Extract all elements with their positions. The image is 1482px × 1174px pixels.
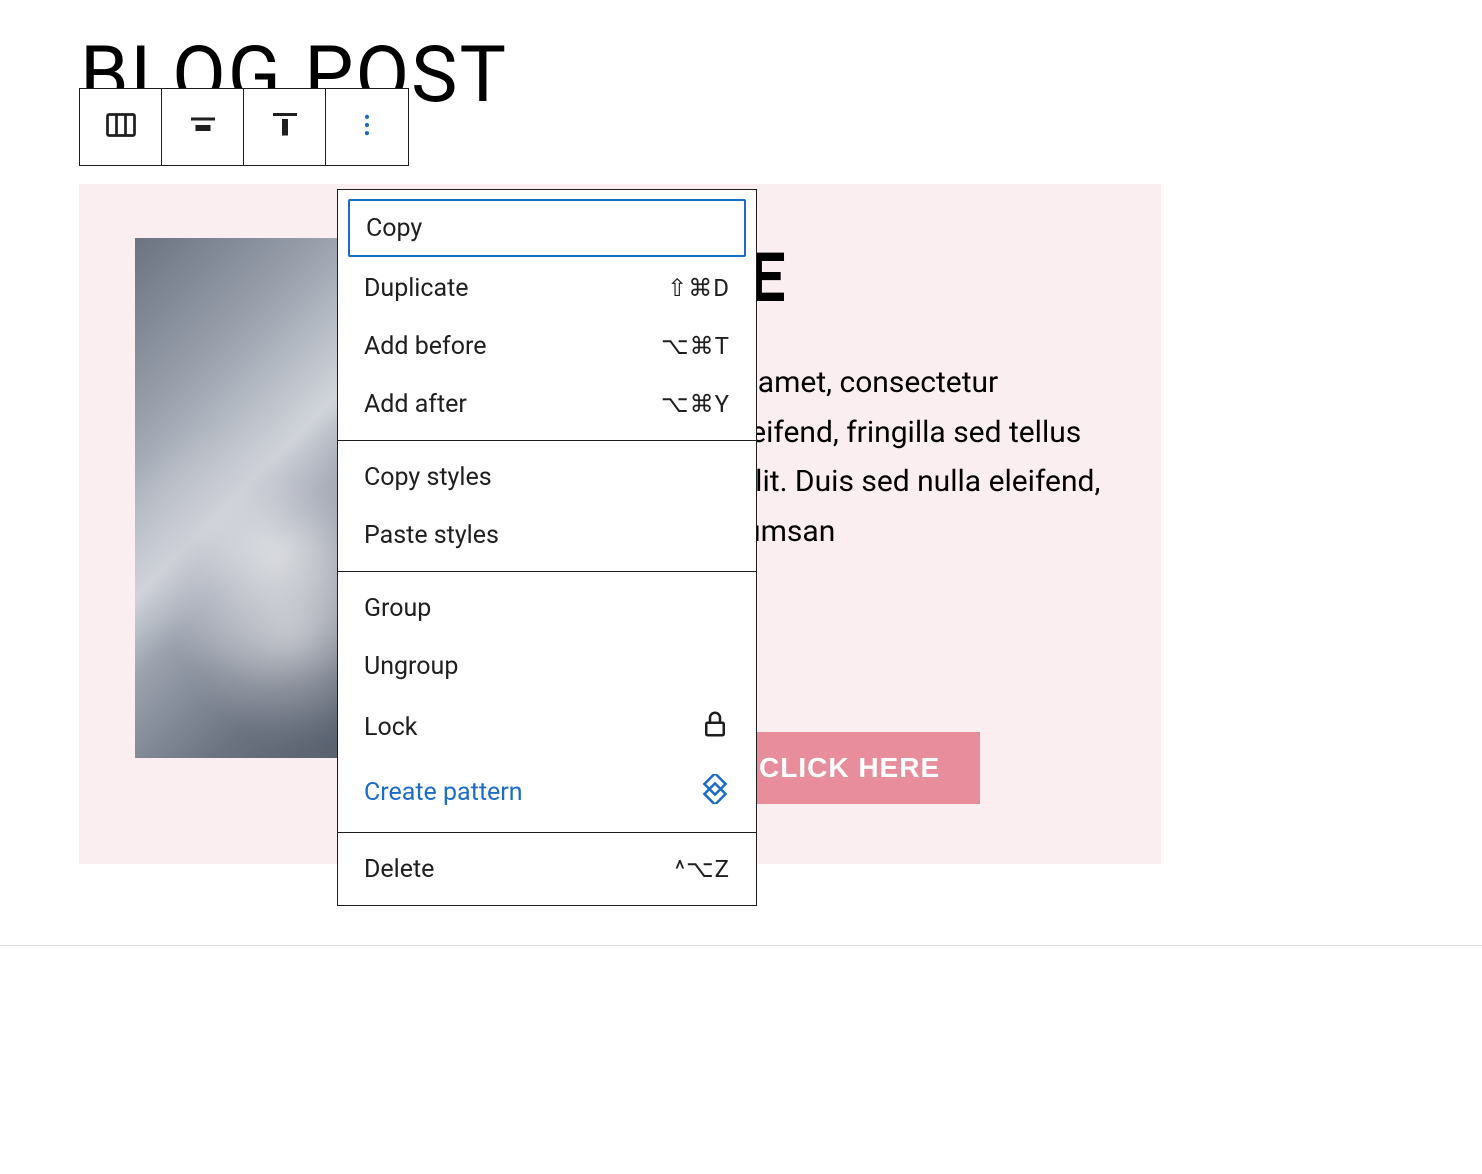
menu-item-label: Ungroup [364,652,458,681]
menu-item-label: Delete [364,855,434,884]
menu-item-copy[interactable]: Copy [348,199,746,257]
menu-item-label: Copy styles [364,463,492,492]
menu-item-delete[interactable]: Delete ^⌥Z [338,840,756,898]
block-options-menu: Copy Duplicate ⇧⌘D Add before ⌥⌘T Add af… [337,189,757,906]
menu-item-label: Paste styles [364,521,499,550]
menu-item-copy-styles[interactable]: Copy styles [338,448,756,506]
menu-group-1: Copy Duplicate ⇧⌘D Add before ⌥⌘T Add af… [338,190,756,441]
align-button[interactable] [162,89,244,165]
align-center-icon [185,107,221,147]
menu-shortcut: ⇧⌘D [667,274,730,302]
menu-item-label: Add before [364,332,486,361]
divider [0,945,1482,946]
menu-item-group[interactable]: Group [338,579,756,637]
menu-item-label: Lock [364,713,417,742]
menu-shortcut: ^⌥Z [675,855,730,883]
align-top-button[interactable] [244,89,326,165]
menu-item-lock[interactable]: Lock [338,695,756,760]
menu-item-paste-styles[interactable]: Paste styles [338,506,756,564]
block-toolbar [79,88,409,166]
menu-group-4: Delete ^⌥Z [338,833,756,905]
pattern-icon [700,774,730,811]
menu-item-create-pattern[interactable]: Create pattern [338,760,756,825]
columns-button[interactable] [80,89,162,165]
cta-button[interactable]: CLICK HERE [719,732,980,804]
menu-item-ungroup[interactable]: Ungroup [338,637,756,695]
menu-item-label: Copy [366,214,422,243]
menu-item-label: Create pattern [364,778,523,807]
menu-group-2: Copy styles Paste styles [338,441,756,572]
menu-shortcut: ⌥⌘Y [661,390,730,418]
menu-item-add-after[interactable]: Add after ⌥⌘Y [338,375,756,433]
more-options-button[interactable] [326,89,408,165]
lock-icon [700,709,730,746]
menu-group-3: Group Ungroup Lock Create pattern [338,572,756,833]
menu-item-label: Add after [364,390,467,419]
menu-item-duplicate[interactable]: Duplicate ⇧⌘D [338,259,756,317]
menu-item-add-before[interactable]: Add before ⌥⌘T [338,317,756,375]
columns-icon [103,107,139,147]
menu-item-label: Duplicate [364,274,469,303]
align-top-icon [267,107,303,147]
menu-shortcut: ⌥⌘T [661,332,730,360]
more-vertical-icon [353,111,381,143]
menu-item-label: Group [364,594,431,623]
